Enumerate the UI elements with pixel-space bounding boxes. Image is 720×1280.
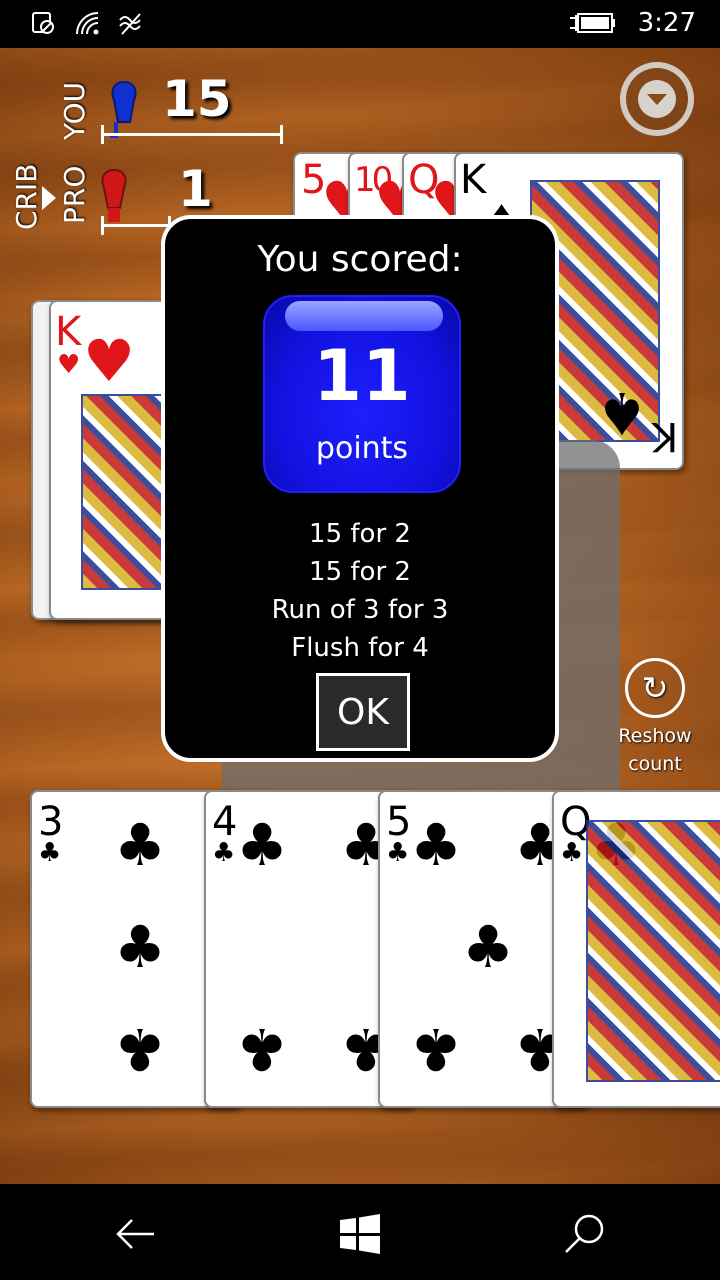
player-label: YOU bbox=[58, 81, 91, 140]
player-score: 15 bbox=[162, 70, 232, 128]
crib-label: CRIB bbox=[10, 163, 43, 230]
breakdown-item: Flush for 4 bbox=[291, 633, 429, 663]
card-suit: ♣ bbox=[114, 811, 166, 879]
card-rank-lower: K bbox=[652, 413, 679, 459]
alarm-off-icon bbox=[32, 12, 54, 34]
search-icon[interactable] bbox=[562, 1212, 606, 1256]
opponent-score: 1 bbox=[178, 160, 213, 218]
card-suit-small: ♣ bbox=[212, 838, 236, 868]
game-table: YOU 15 CRIB PRO 1 5 ♥ 10 ♥ Q ♥ K ♠ ♠ K K… bbox=[0, 48, 720, 1184]
signal-icon bbox=[119, 13, 141, 35]
card-suit-small: ♣ bbox=[38, 838, 62, 868]
card-suit-small: ♥ bbox=[57, 350, 81, 380]
chevron-down-icon bbox=[638, 80, 676, 118]
breakdown-item: Run of 3 for 3 bbox=[271, 595, 449, 625]
refresh-icon: ↻ bbox=[625, 658, 685, 718]
windows-start-icon[interactable] bbox=[338, 1212, 382, 1256]
breakdown-item: 15 for 2 bbox=[309, 519, 411, 549]
score-dialog: You scored: 11 points 15 for 2 15 for 2 … bbox=[161, 215, 559, 762]
points-unit: points bbox=[315, 431, 409, 466]
menu-button[interactable] bbox=[620, 62, 694, 136]
card-rank: 4 bbox=[212, 799, 238, 845]
reshow-label-line1: Reshow bbox=[618, 725, 692, 747]
dialog-title: You scored: bbox=[257, 239, 463, 280]
battery-charging-icon bbox=[569, 13, 615, 33]
crib-indicator-icon bbox=[42, 186, 56, 210]
reshow-count-button[interactable]: ↻ Reshow count bbox=[612, 658, 698, 778]
card-rank: 5 bbox=[386, 799, 412, 845]
breakdown-item: 15 for 2 bbox=[309, 557, 411, 587]
card-rank: 3 bbox=[38, 799, 64, 845]
hand-card-4[interactable]: Q ♣ ♣ bbox=[552, 790, 720, 1108]
card-suit: ♣ bbox=[114, 1015, 166, 1083]
clock: 3:27 bbox=[637, 8, 696, 38]
card-rank: K bbox=[55, 309, 82, 355]
card-suit: ♣ bbox=[114, 913, 166, 981]
points-value: 11 bbox=[313, 335, 411, 417]
nav-bar bbox=[0, 1184, 720, 1280]
reshow-label-line2: count bbox=[628, 753, 682, 775]
status-bar: 3:27 bbox=[0, 0, 720, 48]
card-suit: ♣ bbox=[410, 811, 462, 879]
back-icon[interactable] bbox=[114, 1212, 158, 1256]
badge-gloss bbox=[285, 301, 443, 331]
card-suit: ♣ bbox=[236, 1015, 288, 1083]
card-suit: ♥ bbox=[83, 327, 135, 395]
player-peg-track bbox=[101, 125, 283, 144]
card-suit: ♣ bbox=[462, 913, 514, 981]
ok-button[interactable]: OK bbox=[316, 673, 410, 751]
points-badge: 11 points bbox=[263, 295, 461, 493]
opponent-label: PRO bbox=[58, 165, 91, 224]
card-suit-small: ♣ bbox=[560, 838, 584, 868]
queen-face-art bbox=[586, 820, 720, 1082]
card-suit-lower: ♠ bbox=[596, 379, 648, 447]
opponent-peg-track bbox=[101, 216, 171, 235]
wifi-icon bbox=[76, 12, 99, 35]
score-breakdown: 15 for 2 15 for 2 Run of 3 for 3 Flush f… bbox=[165, 515, 555, 667]
card-suit: ♣ bbox=[236, 811, 288, 879]
card-suit: ♣ bbox=[410, 1015, 462, 1083]
card-suit-small: ♣ bbox=[386, 838, 410, 868]
